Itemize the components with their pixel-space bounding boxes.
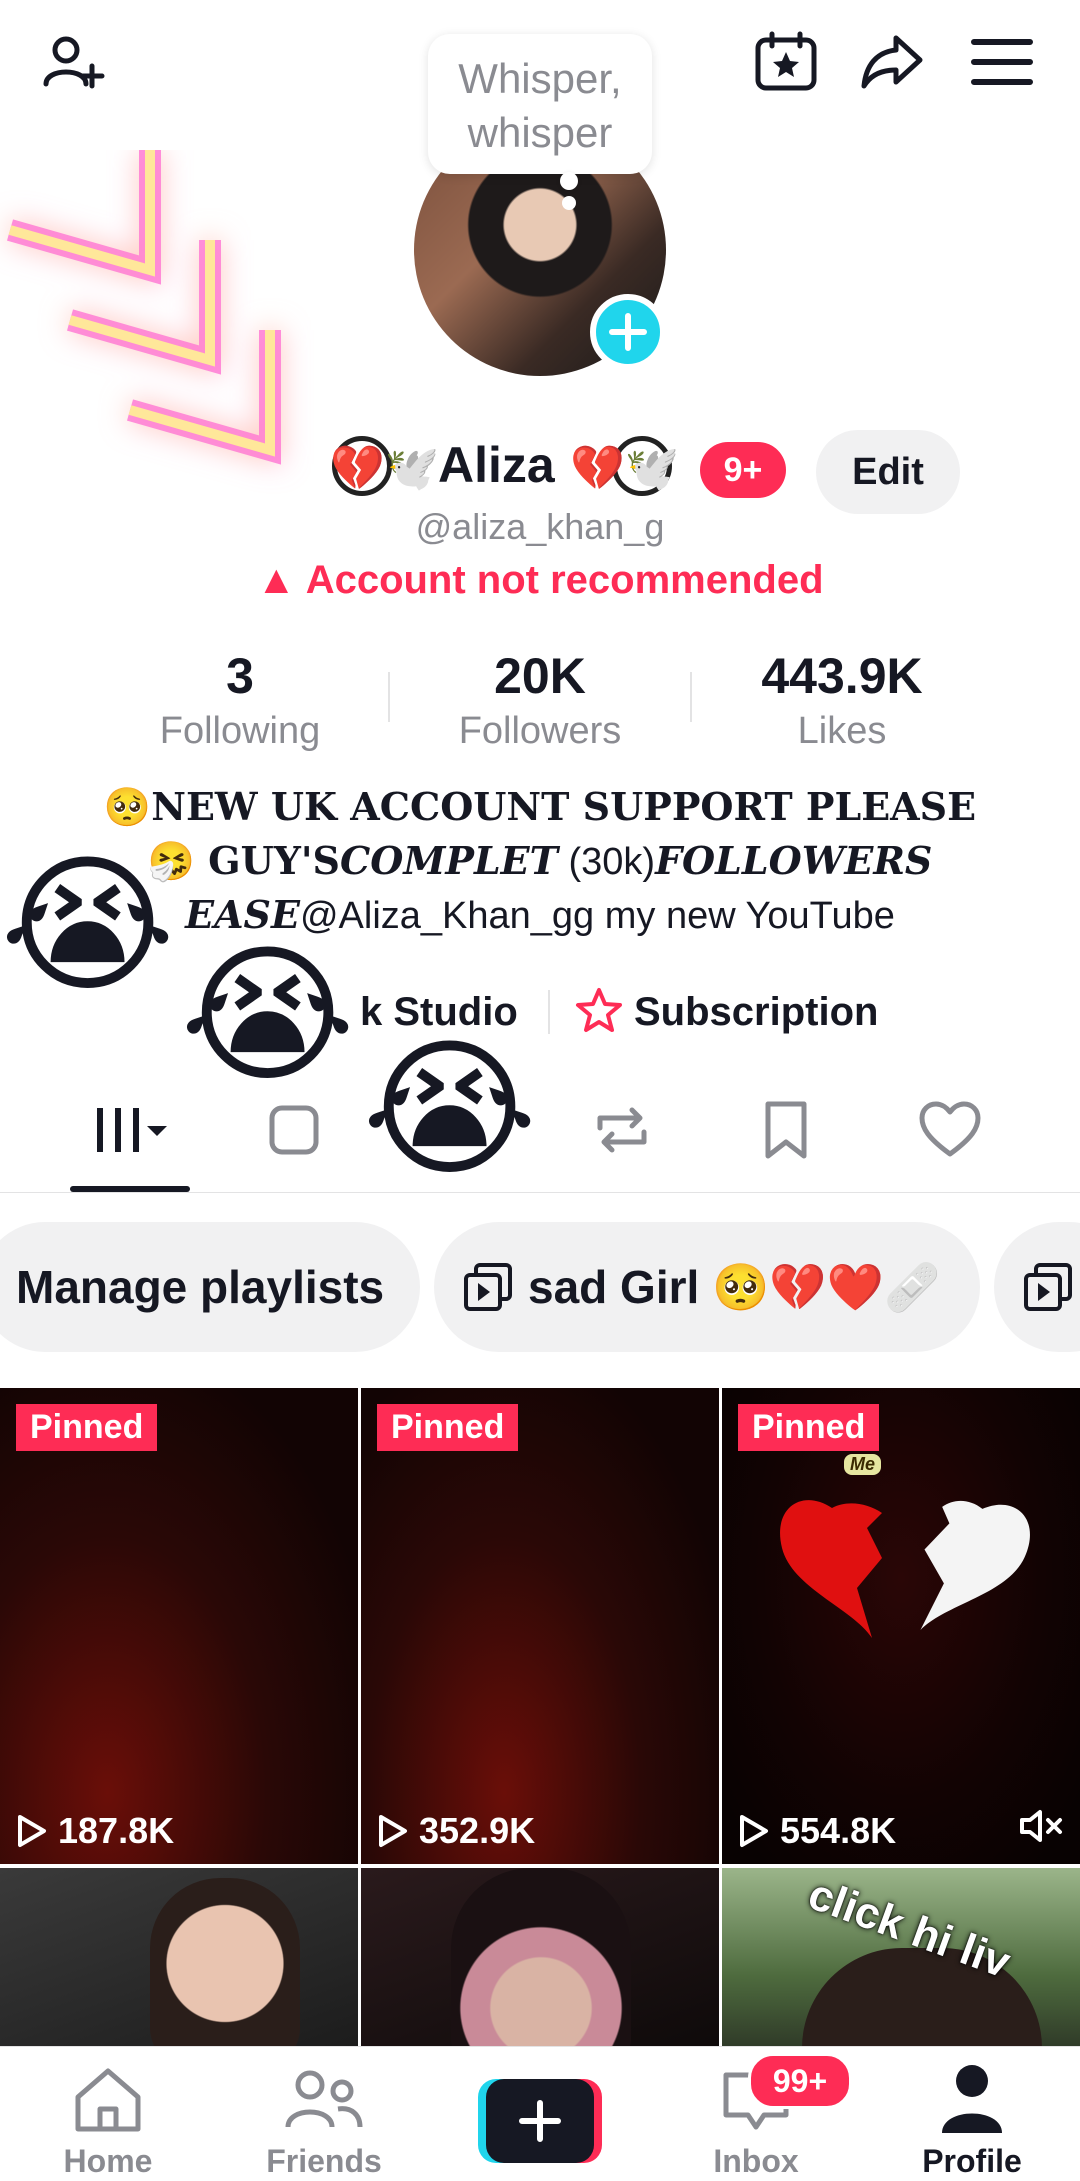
- stat-label: Likes: [797, 710, 887, 752]
- edit-profile-button[interactable]: Edit: [816, 430, 960, 514]
- play-icon: [18, 1815, 46, 1847]
- heart-dove-icon: 💔🕊️: [570, 444, 680, 493]
- bio-segment: COMPLET: [339, 838, 558, 883]
- stat-value: 443.9K: [761, 648, 923, 704]
- playlist-icon: [464, 1263, 512, 1311]
- username: @aliza_khan_g: [415, 506, 665, 547]
- account-warning[interactable]: ▲ Account not recommended: [0, 558, 1080, 603]
- playlist-icon: [1024, 1263, 1072, 1311]
- name-row: 💔🕊️ Aliza 💔🕊️ 9+ Edit: [0, 430, 1080, 514]
- playlist-chip[interactable]: sad Girl 🥺💔❤️🩹: [434, 1222, 980, 1352]
- nav-profile[interactable]: Profile: [872, 2047, 1072, 2181]
- tab-videos[interactable]: [70, 1090, 190, 1170]
- stat-value: 20K: [494, 648, 586, 704]
- video-tile[interactable]: Pinned Me 554.8K: [722, 1388, 1080, 1864]
- heart-dove-icon: 💔🕊️: [330, 444, 440, 493]
- video-tile[interactable]: click hi liv: [722, 1868, 1080, 2048]
- create-post-button[interactable]: [478, 2079, 602, 2163]
- tab-favorites-bookmark-icon[interactable]: [726, 1090, 846, 1170]
- me-sticker: Me: [844, 1454, 882, 1475]
- crying-emoji-sticker: 😭: [0, 841, 176, 1009]
- tab-bar-divider: [0, 1192, 1080, 1193]
- notification-badge[interactable]: 9+: [700, 442, 786, 498]
- stat-likes[interactable]: 443.9K Likes: [692, 646, 992, 756]
- video-thumbnail-face: [451, 1868, 631, 2048]
- pinned-badge: Pinned: [16, 1404, 158, 1451]
- video-tile[interactable]: Pinned 352.9K: [361, 1388, 719, 1864]
- bubble-tail-dot: [560, 172, 578, 190]
- bubble-tail-dot: [562, 196, 576, 210]
- play-icon: [379, 1815, 407, 1847]
- share-arrow-icon[interactable]: [858, 28, 926, 96]
- broken-heart-image: [780, 1500, 1030, 1638]
- subscription-star-icon: [574, 986, 624, 1036]
- link-divider: [548, 990, 550, 1034]
- profile-person-icon: [942, 2065, 1002, 2133]
- bottom-navigation: Home Friends 99+ Inbox Profile: [0, 2046, 1080, 2181]
- view-count: 187.8K: [16, 1810, 174, 1852]
- nav-friends[interactable]: Friends: [224, 2047, 424, 2181]
- stat-label: Following: [159, 710, 321, 752]
- nav-label: Home: [63, 2143, 153, 2179]
- stat-following[interactable]: 3 Following: [90, 646, 390, 756]
- crying-emoji-sticker: 😭: [362, 1025, 538, 1193]
- plus-icon: [486, 2079, 594, 2163]
- inbox-badge: 99+: [748, 2053, 852, 2109]
- nav-label: Inbox: [713, 2143, 799, 2179]
- view-count: 352.9K: [377, 1810, 535, 1852]
- friends-icon: [285, 2070, 363, 2128]
- whisper-line-2: whisper: [467, 109, 613, 156]
- manage-playlists-button[interactable]: Manage playlists: [0, 1222, 420, 1352]
- video-tile[interactable]: [361, 1868, 719, 2048]
- stat-followers[interactable]: 20K Followers: [390, 646, 690, 756]
- add-story-plus-icon[interactable]: [590, 294, 666, 370]
- video-thumbnail-face: [150, 1878, 300, 2048]
- warning-triangle-icon: ▲: [256, 558, 297, 602]
- video-tile[interactable]: Pinned 187.8K: [0, 1388, 358, 1864]
- bio-segment: FOLLOWERS: [655, 838, 933, 883]
- profile-name: Aliza: [438, 437, 555, 493]
- whisper-bubble[interactable]: Whisper, whisper: [428, 34, 652, 174]
- tab-reposts-icon[interactable]: [562, 1090, 682, 1170]
- pinned-badge: Pinned: [377, 1404, 519, 1451]
- playlist-label: sad Girl 🥺💔❤️🩹: [528, 1260, 942, 1313]
- whisper-line-1: Whisper,: [458, 55, 622, 102]
- bio-line-1: 🥺NEW UK ACCOUNT SUPPORT PLEASE: [103, 784, 977, 829]
- tab-private-lock-icon[interactable]: [234, 1090, 354, 1170]
- nav-home[interactable]: Home: [8, 2047, 208, 2181]
- playlist-chip[interactable]: [994, 1222, 1080, 1352]
- bio-segment: @Aliza_Khan_gg my new YouTube: [299, 895, 895, 937]
- bio-segment: (30k): [557, 841, 656, 883]
- view-count-text: 187.8K: [58, 1810, 175, 1851]
- warning-text: Account not recommended: [305, 558, 824, 602]
- crying-emoji-sticker: 😭: [180, 931, 356, 1099]
- pinned-badge: Pinned: [738, 1404, 880, 1451]
- home-icon: [75, 2068, 141, 2132]
- muted-speaker-icon[interactable]: [1018, 1806, 1064, 1846]
- subscription-link[interactable]: Subscription: [634, 982, 878, 1042]
- bio-segment: 🤧 GUY'S: [147, 838, 340, 883]
- add-friend-icon[interactable]: [40, 28, 108, 96]
- calendar-star-icon[interactable]: [752, 28, 820, 96]
- tab-liked-heart-icon[interactable]: [890, 1090, 1010, 1170]
- view-count: 554.8K: [738, 1810, 896, 1852]
- stat-label: Followers: [458, 710, 622, 752]
- play-icon: [740, 1815, 768, 1847]
- nav-label: Profile: [922, 2143, 1022, 2179]
- view-count-text: 352.9K: [419, 1810, 536, 1851]
- video-tile[interactable]: [0, 1868, 358, 2048]
- view-count-text: 554.8K: [780, 1810, 897, 1851]
- nav-inbox[interactable]: 99+ Inbox: [656, 2047, 856, 2181]
- stat-value: 3: [226, 648, 254, 704]
- hamburger-menu-icon[interactable]: [968, 28, 1036, 96]
- manage-playlists-label: Manage playlists: [16, 1261, 385, 1313]
- nav-label: Friends: [266, 2143, 382, 2179]
